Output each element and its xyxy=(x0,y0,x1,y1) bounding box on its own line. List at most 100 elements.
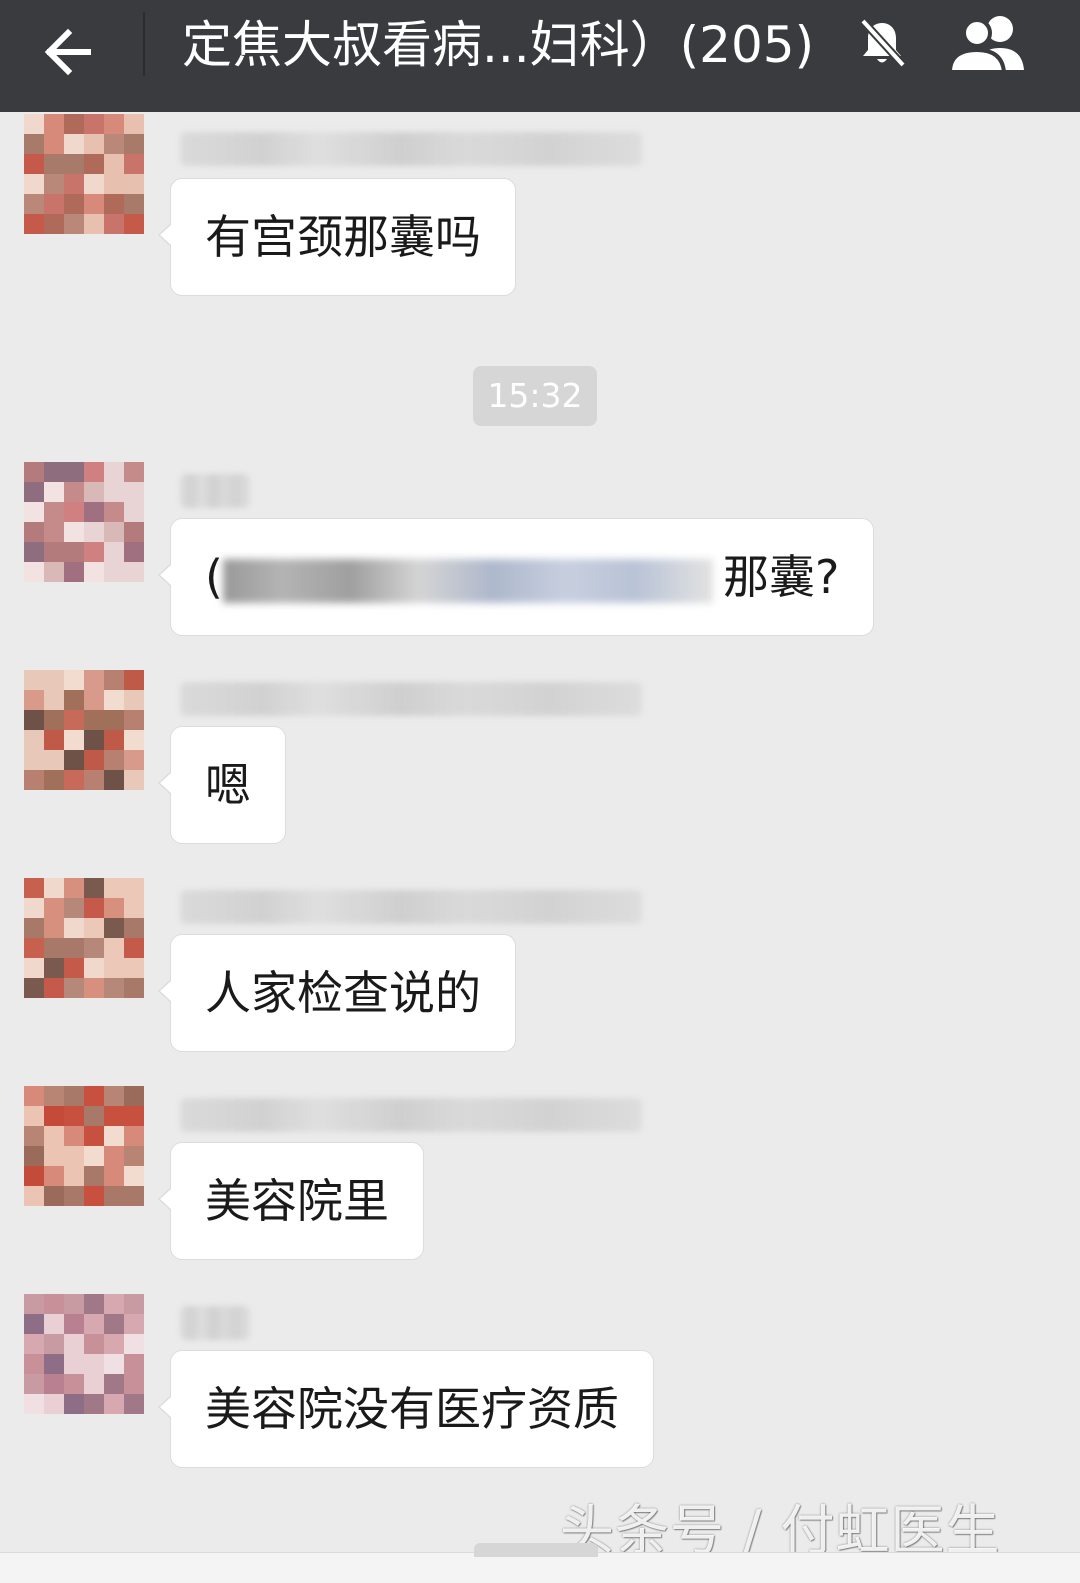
avatar-pixel xyxy=(24,154,44,174)
avatar-pixel xyxy=(124,1106,144,1126)
avatar-pixel xyxy=(44,958,64,978)
avatar-pixel xyxy=(124,770,144,790)
avatar[interactable] xyxy=(24,1086,144,1206)
avatar-pixel xyxy=(104,502,124,522)
avatar-pixel xyxy=(104,730,124,750)
sender-name-redacted xyxy=(180,1306,250,1340)
message-bubble[interactable]: 美容院里 xyxy=(158,1142,424,1260)
avatar-pixel xyxy=(124,114,144,134)
avatar-pixel xyxy=(44,1294,64,1314)
avatar-pixel xyxy=(84,710,104,730)
message-bubble[interactable]: 有宫颈那囊吗 xyxy=(158,178,516,296)
avatar-pixel xyxy=(64,1294,84,1314)
sender-name-redacted xyxy=(180,474,250,508)
avatar-pixel xyxy=(64,1126,84,1146)
message-text: 美容院没有医疗资质 xyxy=(205,1382,619,1436)
avatar-pixel xyxy=(24,670,44,690)
avatar-pixel xyxy=(64,214,84,234)
avatar-pixel xyxy=(84,1166,104,1186)
avatar[interactable] xyxy=(24,1294,144,1414)
avatar-pixel xyxy=(124,1086,144,1106)
avatar-pixel xyxy=(24,1106,44,1126)
avatar-pixel xyxy=(124,670,144,690)
message-bubble[interactable]: 人家检查说的 xyxy=(158,934,516,1052)
avatar-pixel xyxy=(44,154,64,174)
avatar-pixel xyxy=(24,1294,44,1314)
avatar-pixel xyxy=(84,1086,104,1106)
avatar-pixel xyxy=(104,710,124,730)
avatar-pixel xyxy=(84,1334,104,1354)
avatar-pixel xyxy=(124,1294,144,1314)
avatar-pixel xyxy=(124,502,144,522)
avatar-pixel xyxy=(84,770,104,790)
avatar-pixel xyxy=(24,542,44,562)
avatar-pixel xyxy=(44,1314,64,1334)
avatar-pixel xyxy=(104,878,124,898)
avatar-pixel xyxy=(24,522,44,542)
avatar-pixel xyxy=(24,938,44,958)
avatar-pixel xyxy=(44,878,64,898)
avatar-pixel xyxy=(24,1166,44,1186)
avatar-pixel xyxy=(64,898,84,918)
avatar-pixel xyxy=(64,1186,84,1206)
avatar-pixel xyxy=(84,670,104,690)
chat-title: 定焦大叔看病...妇科）(205) xyxy=(182,16,815,74)
avatar[interactable] xyxy=(24,878,144,998)
avatar-pixel xyxy=(64,670,84,690)
avatar-pixel xyxy=(24,114,44,134)
avatar-pixel xyxy=(84,730,104,750)
avatar-pixel xyxy=(124,154,144,174)
avatar-pixel xyxy=(104,1354,124,1374)
sender-name-redacted xyxy=(180,682,642,716)
avatar-pixel xyxy=(84,898,104,918)
avatar-pixel xyxy=(84,1374,104,1394)
sender-name-redacted xyxy=(180,132,642,166)
avatar-pixel xyxy=(124,710,144,730)
avatar-pixel xyxy=(44,710,64,730)
avatar-pixel xyxy=(24,1186,44,1206)
message-bubble[interactable]: 美容院没有医疗资质 xyxy=(158,1350,654,1468)
avatar-pixel xyxy=(104,114,124,134)
bottom-edge xyxy=(0,1543,1080,1583)
avatar-pixel xyxy=(84,502,104,522)
avatar-pixel xyxy=(24,1146,44,1166)
avatar-pixel xyxy=(64,482,84,502)
avatar-pixel xyxy=(84,690,104,710)
avatar-pixel xyxy=(44,462,64,482)
avatar[interactable] xyxy=(24,114,144,234)
avatar-pixel xyxy=(44,938,64,958)
group-icon xyxy=(947,16,1024,74)
avatar-pixel xyxy=(84,114,104,134)
message-list[interactable]: 有宫颈那囊吗 15:32 (那囊? 嗯 人家检查说的 美容院里 美容院没有医疗资… xyxy=(0,112,1080,1582)
avatar-pixel xyxy=(104,194,124,214)
group-members-button[interactable] xyxy=(944,12,1034,76)
avatar-pixel xyxy=(24,1126,44,1146)
avatar-pixel xyxy=(84,1146,104,1166)
message-bubble[interactable]: 嗯 xyxy=(158,726,286,844)
avatar-pixel xyxy=(64,750,84,770)
avatar-pixel xyxy=(84,562,104,582)
back-button[interactable] xyxy=(36,14,112,90)
avatar-pixel xyxy=(124,134,144,154)
arrow-left-icon xyxy=(44,28,91,76)
avatar-pixel xyxy=(64,1146,84,1166)
avatar-pixel xyxy=(64,978,84,998)
avatar-pixel xyxy=(24,174,44,194)
avatar-pixel xyxy=(24,978,44,998)
avatar-pixel xyxy=(104,522,124,542)
avatar-pixel xyxy=(44,918,64,938)
avatar-pixel xyxy=(104,1334,124,1354)
avatar-pixel xyxy=(64,154,84,174)
avatar-pixel xyxy=(84,482,104,502)
avatar-pixel xyxy=(64,562,84,582)
avatar-pixel xyxy=(24,730,44,750)
avatar-pixel xyxy=(124,690,144,710)
avatar-pixel xyxy=(124,1166,144,1186)
message-bubble[interactable]: (那囊? xyxy=(157,518,875,636)
avatar-pixel xyxy=(44,542,64,562)
avatar[interactable] xyxy=(24,670,144,790)
avatar-pixel xyxy=(124,730,144,750)
avatar-pixel xyxy=(84,938,104,958)
avatar-pixel xyxy=(64,1334,84,1354)
avatar[interactable] xyxy=(24,462,144,582)
